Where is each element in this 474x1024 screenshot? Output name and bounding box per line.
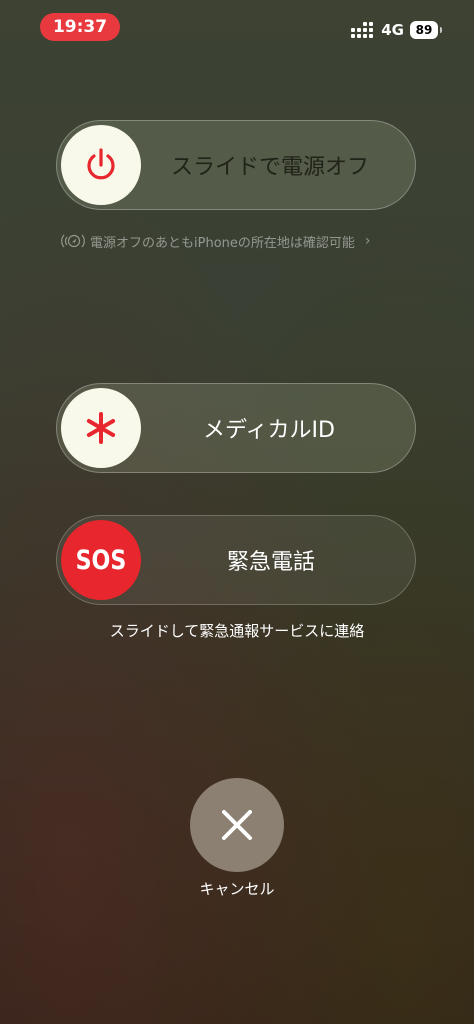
power-knob[interactable] — [61, 125, 141, 205]
power-icon — [87, 148, 115, 180]
medical-id-label: メディカルID — [203, 418, 335, 443]
chevron-right-icon: › — [364, 233, 371, 249]
network-type: 4G — [381, 21, 404, 39]
battery-icon: 89 — [410, 21, 442, 39]
find-my-text: 電源オフのあともiPhoneの所在地は確認可能 — [90, 235, 355, 251]
medical-id-slider[interactable]: メディカルID — [56, 383, 416, 473]
power-off-slider[interactable]: スライドで電源オフ — [56, 120, 416, 210]
find-my-note[interactable]: 電源オフのあともiPhoneの所在地は確認可能 › — [60, 229, 420, 253]
cellular-signal-icon — [351, 22, 374, 38]
cancel-label: キャンセル — [199, 880, 275, 898]
emergency-call-label: 緊急電話 — [227, 550, 316, 575]
sos-knob-text: SOS — [75, 544, 127, 576]
power-off-label: スライドで電源オフ — [171, 155, 370, 180]
sos-hint-text: スライドして緊急通報サービスに連絡 — [109, 622, 365, 640]
location-signal-icon — [61, 234, 85, 248]
cancel-button[interactable] — [190, 778, 284, 872]
emergency-sos-slider[interactable]: SOS 緊急電話 — [56, 515, 416, 605]
status-indicators: 4G 89 — [351, 20, 442, 40]
asterisk-icon — [86, 412, 116, 444]
medical-id-knob[interactable] — [61, 388, 141, 468]
sos-knob[interactable]: SOS — [61, 520, 141, 600]
status-time[interactable]: 19:37 — [40, 13, 120, 41]
close-icon — [222, 810, 252, 840]
